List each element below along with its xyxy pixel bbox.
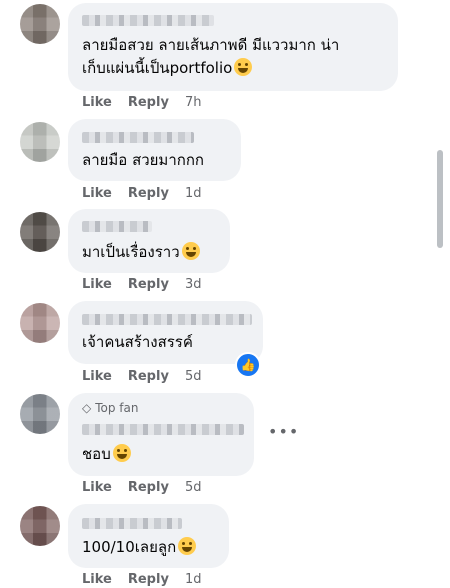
comment-timestamp[interactable]: 5d: [185, 480, 202, 495]
avatar[interactable]: [20, 122, 60, 162]
like-button[interactable]: Like: [82, 277, 112, 292]
comment-text-line: เก็บแผ่นนี้เป็นportfolio: [82, 57, 386, 80]
reply-button[interactable]: Reply: [128, 480, 169, 495]
commenter-name[interactable]: [82, 518, 182, 529]
commenter-name[interactable]: [82, 221, 152, 232]
comment-actions: Like Reply 3d: [82, 275, 201, 293]
like-button[interactable]: Like: [82, 186, 112, 201]
more-options-icon[interactable]: •••: [268, 422, 299, 441]
comment-bubble: เจ้าคนสร้างสรรค์: [68, 301, 263, 364]
comment-timestamp[interactable]: 7h: [185, 95, 202, 110]
commenter-name[interactable]: [82, 132, 194, 143]
comment-actions: Like Reply 5d: [82, 478, 201, 496]
comment-actions: Like Reply 5d: [82, 367, 201, 385]
commenter-name[interactable]: [82, 424, 244, 435]
comment-actions: Like Reply 7h: [82, 93, 201, 111]
comment-text: มาเป็นเรื่องราว: [82, 241, 218, 264]
comment-bubble: ลายมือ สวยมากกก: [68, 119, 241, 181]
comment-bubble: มาเป็นเรื่องราว: [68, 209, 230, 273]
reply-button[interactable]: Reply: [128, 572, 169, 587]
avatar[interactable]: [20, 212, 60, 252]
comment-text: ลายมือ สวยมากกก: [82, 151, 204, 169]
reply-button[interactable]: Reply: [128, 95, 169, 110]
comment-text: 100/10เลยลูก: [82, 536, 217, 559]
reply-button[interactable]: Reply: [128, 277, 169, 292]
top-fan-label: Top fan: [95, 401, 139, 415]
comment-timestamp[interactable]: 3d: [185, 277, 202, 292]
rolling-on-floor-laughing-icon: [178, 537, 197, 555]
comment-timestamp[interactable]: 5d: [185, 369, 202, 384]
avatar[interactable]: [20, 4, 60, 44]
grinning-squinting-face-icon: [112, 444, 131, 462]
comment-timestamp[interactable]: 1d: [185, 572, 202, 587]
grinning-face-icon: [234, 58, 253, 76]
avatar[interactable]: [20, 394, 60, 434]
comment-text: เจ้าคนสร้างสรรค์: [82, 333, 193, 351]
diamond-icon: ◇: [82, 401, 92, 415]
like-button[interactable]: Like: [82, 369, 112, 384]
comment-timestamp[interactable]: 1d: [185, 186, 202, 201]
comment-actions: Like Reply 1d: [82, 570, 201, 588]
comment-bubble: ◇ Top fan ชอบ: [68, 393, 254, 476]
commenter-name[interactable]: [82, 15, 214, 26]
like-button[interactable]: Like: [82, 480, 112, 495]
like-button[interactable]: Like: [82, 95, 112, 110]
top-fan-badge: ◇ Top fan: [82, 401, 138, 415]
comment-text: ลายมือสวย ลายเส้นภาพดี มีแววมาก น่า เก็บ…: [82, 34, 386, 80]
comment-text: ชอบ: [82, 443, 242, 466]
like-button[interactable]: Like: [82, 572, 112, 587]
comment-bubble: ลายมือสวย ลายเส้นภาพดี มีแววมาก น่า เก็บ…: [68, 3, 398, 91]
comment-bubble: 100/10เลยลูก: [68, 504, 229, 568]
comment-actions: Like Reply 1d: [82, 184, 201, 202]
like-reaction-icon[interactable]: 👍: [235, 352, 261, 378]
avatar[interactable]: [20, 506, 60, 546]
avatar[interactable]: [20, 303, 60, 343]
commenter-name[interactable]: [82, 314, 252, 325]
reply-button[interactable]: Reply: [128, 369, 169, 384]
grinning-squinting-face-icon: [181, 242, 200, 260]
reply-button[interactable]: Reply: [128, 186, 169, 201]
comment-text-line: ลายมือสวย ลายเส้นภาพดี มีแววมาก น่า: [82, 36, 340, 54]
scrollbar-thumb[interactable]: [437, 150, 443, 248]
